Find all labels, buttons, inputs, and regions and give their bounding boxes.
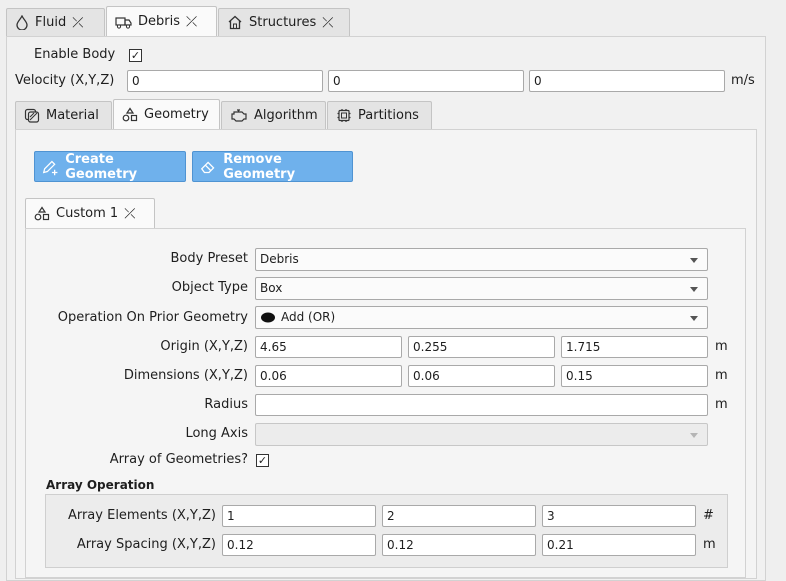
create-geometry-label: Create Geometry xyxy=(65,151,138,182)
tab-geometry-label: Geometry xyxy=(144,107,209,122)
array-spacing-x-input[interactable] xyxy=(222,534,376,556)
drop-icon xyxy=(16,15,28,30)
tab-partitions[interactable]: Partitions xyxy=(327,101,432,129)
velocity-z-input[interactable] xyxy=(529,70,725,92)
blob-icon xyxy=(261,312,275,323)
array-elements-x-input[interactable] xyxy=(222,505,376,527)
close-tab-debris-icon[interactable]: ⤫ xyxy=(186,14,197,30)
tab-material[interactable]: Material xyxy=(15,101,112,129)
chevron-down-icon xyxy=(690,316,698,321)
tab-custom-1[interactable]: Custom 1 ⤫ xyxy=(25,198,155,228)
tab-debris[interactable]: Debris ⤫ xyxy=(106,6,217,36)
tab-partitions-label: Partitions xyxy=(358,108,419,123)
velocity-label: Velocity (X,Y,Z) xyxy=(15,73,115,88)
array-geometries-checkbox[interactable]: ✓ xyxy=(256,454,269,467)
long-axis-label: Long Axis xyxy=(185,426,248,441)
object-type-label: Object Type xyxy=(171,280,248,295)
array-spacing-y-input[interactable] xyxy=(382,534,536,556)
object-type-select[interactable]: Box xyxy=(255,277,708,300)
tab-algorithm-label: Algorithm xyxy=(254,108,318,123)
close-tab-custom-1-icon[interactable]: ⤫ xyxy=(124,206,135,222)
array-elements-label: Array Elements (X,Y,Z) xyxy=(67,508,216,523)
tab-structures-label: Structures xyxy=(249,15,317,30)
origin-unit: m xyxy=(715,339,728,354)
chevron-down-icon xyxy=(690,433,698,438)
array-spacing-z-input[interactable] xyxy=(542,534,696,556)
dimensions-y-input[interactable] xyxy=(408,365,555,387)
operation-value: Add (OR) xyxy=(281,310,336,324)
chip-icon xyxy=(337,109,351,122)
enable-body-label: Enable Body xyxy=(34,47,116,62)
close-tab-fluid-icon[interactable]: ⤫ xyxy=(72,15,83,31)
radius-unit: m xyxy=(715,397,728,412)
eraser-icon xyxy=(200,161,215,173)
array-geometries-label: Array of Geometries? xyxy=(109,452,248,467)
dimensions-x-input[interactable] xyxy=(255,365,402,387)
origin-x-input[interactable] xyxy=(255,336,402,358)
array-spacing-label: Array Spacing (X,Y,Z) xyxy=(76,537,216,552)
velocity-y-input[interactable] xyxy=(328,70,524,92)
long-axis-select[interactable] xyxy=(255,423,708,446)
chevron-down-icon xyxy=(690,258,698,263)
chevron-down-icon xyxy=(690,287,698,292)
remove-geometry-label: Remove Geometry xyxy=(223,151,296,182)
dimensions-z-input[interactable] xyxy=(561,365,708,387)
engine-icon xyxy=(231,109,247,122)
create-geometry-button[interactable]: Create Geometry xyxy=(34,151,186,182)
body-preset-select[interactable]: Debris xyxy=(255,248,708,271)
shapes-icon xyxy=(122,107,138,122)
velocity-unit: m/s xyxy=(731,73,755,88)
object-type-value: Box xyxy=(260,281,283,295)
tab-custom-1-label: Custom 1 xyxy=(56,206,119,221)
array-elements-y-input[interactable] xyxy=(382,505,536,527)
tab-algorithm[interactable]: Algorithm xyxy=(221,101,326,129)
origin-z-input[interactable] xyxy=(561,336,708,358)
tab-structures[interactable]: Structures ⤫ xyxy=(218,8,350,36)
velocity-x-input[interactable] xyxy=(127,70,323,92)
tab-fluid-label: Fluid xyxy=(35,15,67,30)
operation-select[interactable]: Add (OR) xyxy=(255,306,708,329)
array-elements-z-input[interactable] xyxy=(542,505,696,527)
tab-material-label: Material xyxy=(46,108,99,123)
layers-icon xyxy=(24,108,40,123)
radius-label: Radius xyxy=(204,397,248,412)
pencil-plus-icon xyxy=(42,160,58,175)
truck-icon xyxy=(115,16,132,29)
enable-body-checkbox[interactable]: ✓ xyxy=(129,49,142,62)
tab-geometry[interactable]: Geometry xyxy=(113,99,220,129)
tab-debris-label: Debris xyxy=(138,14,180,29)
dimensions-unit: m xyxy=(715,368,728,383)
close-tab-structures-icon[interactable]: ⤫ xyxy=(322,15,333,31)
radius-input[interactable] xyxy=(255,394,708,416)
array-spacing-unit: m xyxy=(703,537,716,552)
array-elements-unit: # xyxy=(703,508,714,523)
body-preset-value: Debris xyxy=(260,252,299,266)
origin-y-input[interactable] xyxy=(408,336,555,358)
dimensions-label: Dimensions (X,Y,Z) xyxy=(123,368,248,383)
tab-fluid[interactable]: Fluid ⤫ xyxy=(6,8,105,36)
body-preset-label: Body Preset xyxy=(170,251,249,266)
array-operation-title: Array Operation xyxy=(46,478,155,492)
origin-label: Origin (X,Y,Z) xyxy=(160,339,248,354)
home-icon xyxy=(228,15,242,30)
operation-label: Operation On Prior Geometry xyxy=(57,310,248,325)
shapes-icon xyxy=(34,206,50,221)
remove-geometry-button[interactable]: Remove Geometry xyxy=(192,151,353,182)
